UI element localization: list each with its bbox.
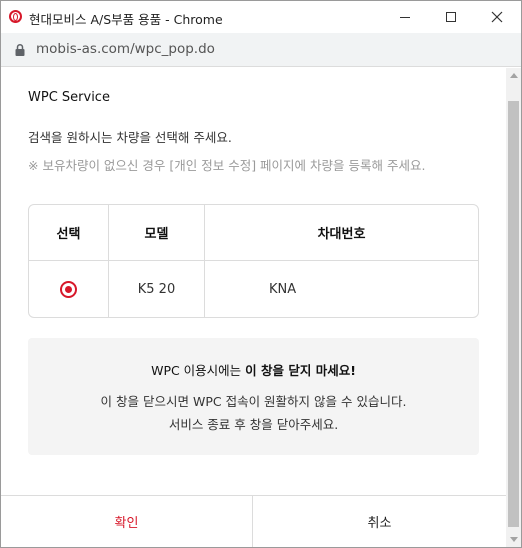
notice-box: WPC 이용시에는 이 창을 닫지 마세요! 이 창을 닫으시면 WPC 접속이… [28,338,479,455]
vehicle-radio-button[interactable] [60,280,77,298]
browser-window: 현대모비스 A/S부품 용품 - Chrome mobis-as.com/wpc… [0,0,522,548]
notice-title: WPC 이용시에는 이 창을 닫지 마세요! [28,360,479,379]
address-bar[interactable]: mobis-as.com/wpc_pop.do [1,33,521,67]
notice-title-bold: 이 창을 닫지 마세요! [245,363,356,378]
vin-cell: KNA [269,281,297,297]
window-title: 현대모비스 A/S부품 용품 - Chrome [29,12,223,27]
notice-title-prefix: WPC 이용시에는 [151,363,246,378]
button-bar: 확인 취소 [1,495,506,547]
close-icon [491,11,503,23]
page-content: WPC Service 검색을 원하시는 차량을 선택해 주세요. ※ 보유차량… [1,68,506,495]
close-button[interactable] [474,1,520,33]
scroll-thumb[interactable] [508,101,519,527]
minimize-button[interactable] [382,1,428,33]
table-row[interactable]: K5 20 KNA [29,261,478,317]
hyundai-mobis-logo-icon [9,10,22,23]
arrow-down-icon [509,537,518,542]
vehicle-table: 선택 모델 차대번호 K5 20 KNA [28,204,479,318]
minimize-icon [400,16,410,18]
maximize-icon [446,12,456,22]
scroll-down-button[interactable] [506,532,521,547]
instruction-text: 검색을 원하시는 차량을 선택해 주세요. [28,130,232,145]
header-select: 선택 [29,205,109,260]
cancel-button[interactable]: 취소 [253,496,506,547]
scrollbar[interactable] [506,68,521,547]
model-cell: K5 20 [109,261,205,317]
notice-line-1: 이 창을 닫으시면 WPC 접속이 원활하지 않을 수 있습니다. [100,394,407,409]
title-bar: 현대모비스 A/S부품 용품 - Chrome [1,1,521,33]
service-title: WPC Service [28,90,110,105]
table-header-row: 선택 모델 차대번호 [29,205,478,261]
maximize-button[interactable] [428,1,474,33]
url-text: mobis-as.com/wpc_pop.do [36,41,215,57]
header-vin: 차대번호 [317,227,366,242]
radio-selected-dot [65,285,72,293]
hint-text: ※ 보유차량이 없으신 경우 [개인 정보 수정] 페이지에 차량을 등록해 주… [28,158,426,173]
notice-line-2: 서비스 종료 후 창을 닫아주세요. [168,417,339,432]
confirm-button[interactable]: 확인 [1,496,253,547]
scroll-up-button[interactable] [506,68,521,83]
lock-icon [15,43,25,56]
select-cell [29,261,109,317]
arrow-up-icon [509,73,518,78]
header-model: 모델 [109,205,205,260]
